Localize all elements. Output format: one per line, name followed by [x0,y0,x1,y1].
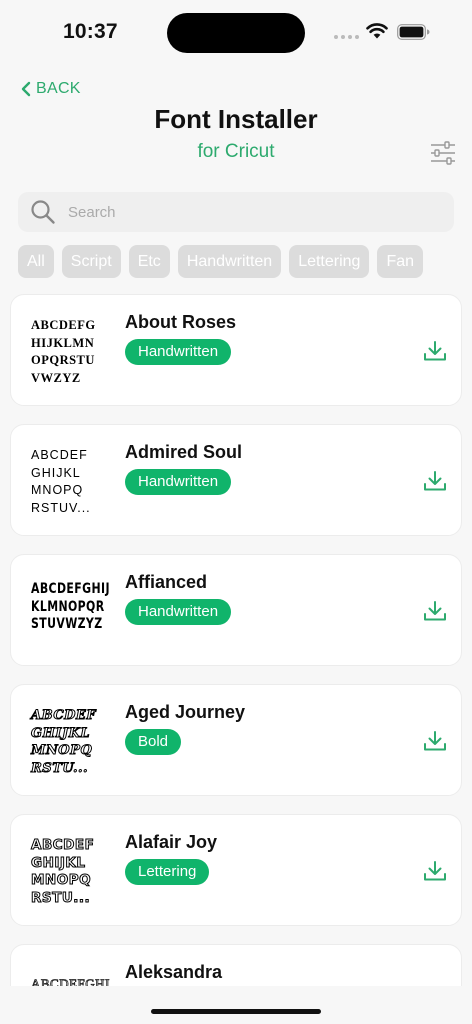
font-preview-text: ABCDEF GHIJKL MNOPQ RSTU... [31,708,97,777]
font-card[interactable]: ABCDEFG HIJKLMN OPQRSTU VWZYZ About Rose… [10,294,462,406]
font-card[interactable]: ABCDEF GHIJKL MNOPQ RSTUV... Admired Sou… [10,424,462,536]
search-bar [18,192,454,232]
back-button[interactable]: BACK [20,80,81,98]
font-name: Admired Soul [125,442,243,462]
wifi-icon [366,23,388,39]
font-name: Aleksandra [125,962,223,982]
font-card[interactable]: ABCDEFGHI JKLMNOP Aleksandra [10,944,462,986]
download-icon[interactable] [423,730,447,752]
font-preview-text: ABCDEFGHI JKLMNOP [31,976,110,986]
category-chips: All Script Etc Handwritten Lettering Fan [18,245,454,279]
font-tag: Handwritten [125,469,232,495]
filter-sliders-icon[interactable] [430,141,456,165]
status-bar: 10:37 [0,0,472,62]
search-input[interactable] [66,202,430,222]
font-tag: Bold [125,729,182,755]
font-name: Aged Journey [125,702,246,722]
back-label: BACK [36,80,81,97]
chip-lettering[interactable]: Lettering [289,245,370,278]
font-preview-text: ABCDEFGHIJ KLMNOPQR STUVWZYZ [31,581,110,632]
page-subtitle: for Cricut [197,141,275,162]
page-title: Font Installer [154,104,318,134]
font-preview-text: ABCDEFG HIJKLMN OPQRSTU VWZYZ [31,318,96,385]
font-tag: Lettering [125,859,210,885]
download-icon[interactable] [423,470,447,492]
download-icon[interactable] [423,860,447,882]
download-icon[interactable] [423,600,447,622]
font-preview-image: ABCDEFG HIJKLMN OPQRSTU VWZYZ [23,307,111,393]
font-list: ABCDEFG HIJKLMN OPQRSTU VWZYZ About Rose… [10,294,462,986]
battery-icon [397,24,430,40]
chevron-left-icon [21,81,31,97]
font-name: Affianced [125,572,208,592]
chip-fan[interactable]: Fan [377,245,424,278]
cellular-signal-icon [334,35,360,39]
chip-etc[interactable]: Etc [128,245,170,278]
font-name: Alafair Joy [125,832,218,852]
status-time: 10:37 [63,20,118,43]
search-icon [30,199,56,225]
font-preview-text: ABCDEF GHIJKL MNOPQ RSTU... [31,837,95,907]
font-preview-image: ABCDEF GHIJKL MNOPQ RSTUV... [23,437,111,523]
font-card[interactable]: ABCDEF GHIJKL MNOPQ RSTU... Alafair Joy … [10,814,462,926]
home-indicator [151,1009,321,1014]
font-preview-text: ABCDEF GHIJKL MNOPQ RSTUV... [31,448,91,515]
font-tag: Handwritten [125,339,232,365]
dynamic-island [167,13,305,53]
font-preview-image: ABCDEF GHIJKL MNOPQ RSTU... [23,697,111,783]
font-card[interactable]: ABCDEFGHIJ KLMNOPQR STUVWZYZ Affianced H… [10,554,462,666]
font-card[interactable]: ABCDEF GHIJKL MNOPQ RSTU... Aged Journey… [10,684,462,796]
font-tag: Handwritten [125,599,232,625]
chip-script[interactable]: Script [61,245,121,278]
font-preview-image: ABCDEFGHIJ KLMNOPQR STUVWZYZ [23,567,111,653]
chip-all[interactable]: All [18,245,54,278]
font-name: About Roses [125,312,237,332]
download-icon[interactable] [423,340,447,362]
font-preview-image: ABCDEF GHIJKL MNOPQ RSTU... [23,827,111,913]
chip-handwritten[interactable]: Handwritten [177,245,282,278]
font-preview-image: ABCDEFGHI JKLMNOP [23,957,111,986]
